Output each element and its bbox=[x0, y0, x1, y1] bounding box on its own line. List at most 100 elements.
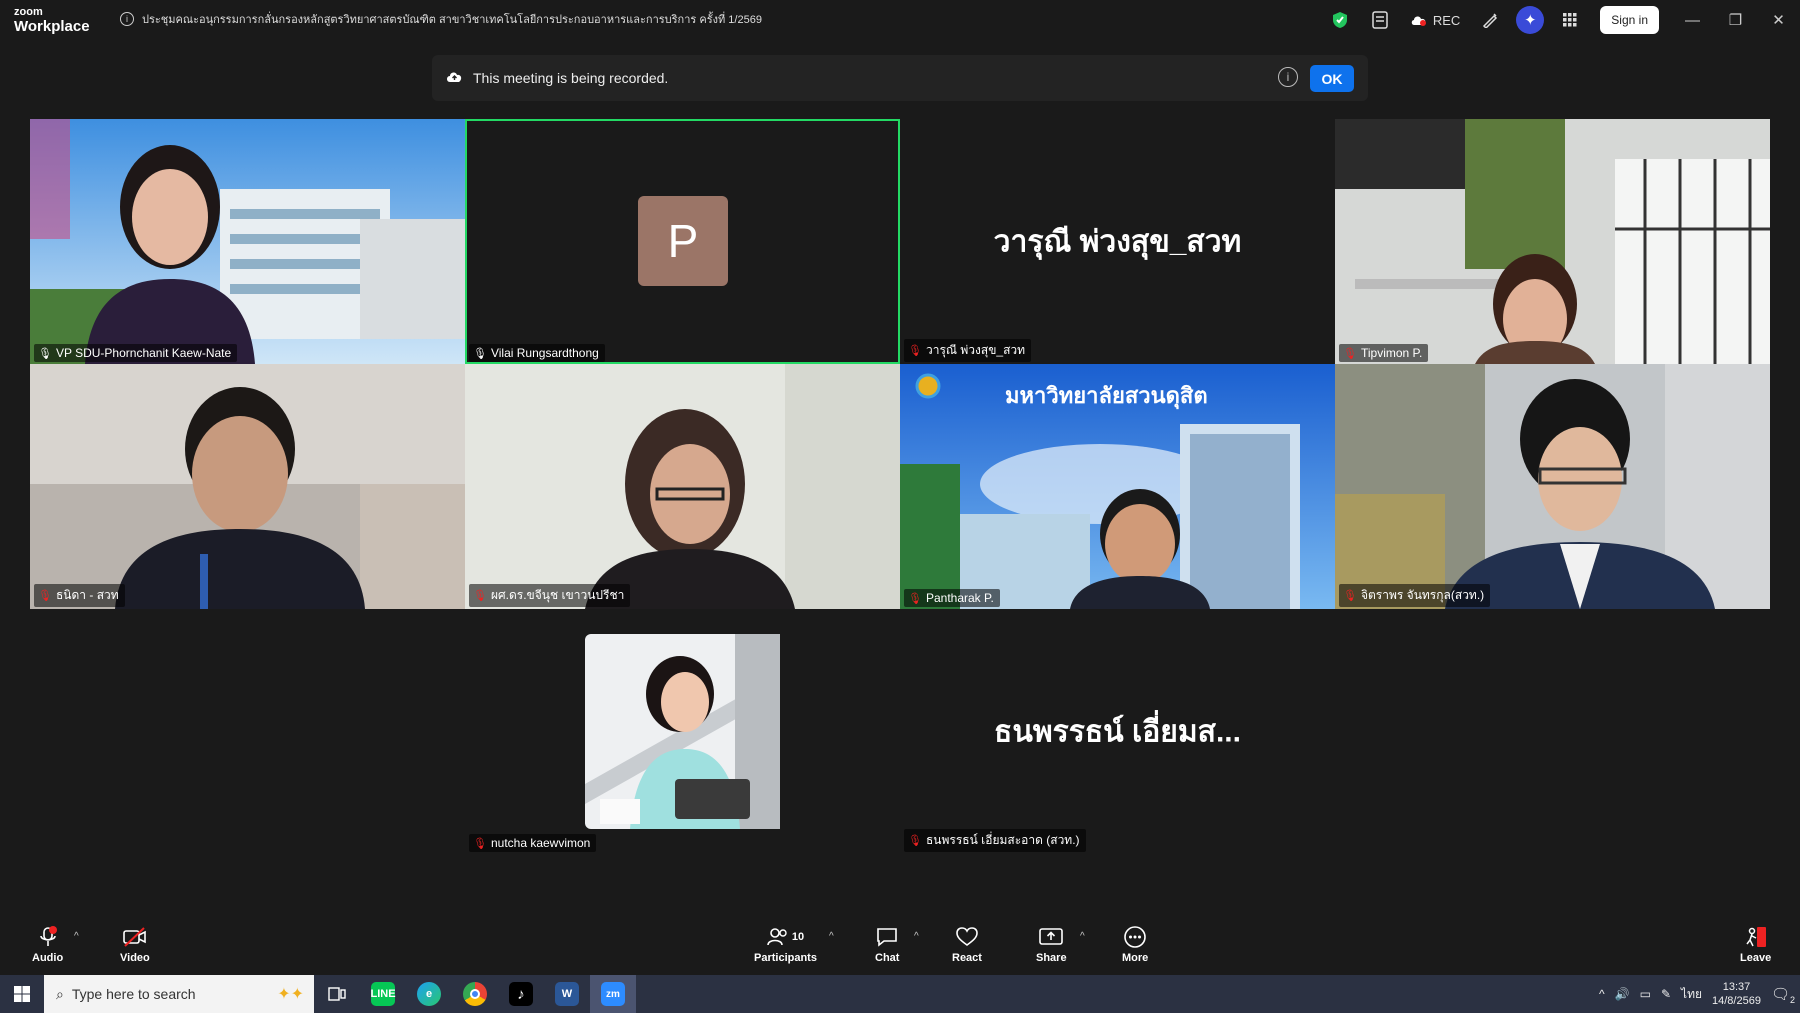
participant-tile[interactable]: มหาวิทยาลัยสวนดุสิต 🎙 Pantharak P. bbox=[900, 364, 1335, 609]
participant-tile[interactable]: 🎙 VP SDU-Phornchanit Kaew-Nate bbox=[30, 119, 465, 364]
input-language[interactable]: ไทย bbox=[1681, 985, 1702, 1004]
participants-button[interactable]: 10 Participants bbox=[754, 925, 817, 964]
zoom-logo: zoom Workplace bbox=[14, 6, 90, 35]
microphone-icon bbox=[38, 925, 58, 949]
mic-muted-icon: 🎙 bbox=[473, 590, 487, 602]
info-icon[interactable]: i bbox=[120, 12, 134, 26]
video-feed bbox=[1335, 119, 1770, 364]
minimize-icon[interactable]: — bbox=[1671, 0, 1714, 40]
ai-companion-icon[interactable]: ✦ bbox=[1516, 6, 1545, 34]
participant-name-tag: 🎙 Vilai Rungsardthong bbox=[469, 344, 605, 362]
chrome-icon[interactable] bbox=[452, 975, 498, 1013]
cloud-rec-icon bbox=[1411, 16, 1426, 26]
edge-icon[interactable]: e bbox=[406, 975, 452, 1013]
mic-muted-icon: 🎙 bbox=[1343, 347, 1357, 360]
video-feed bbox=[30, 119, 465, 364]
leave-icon bbox=[1745, 925, 1767, 949]
background-caption: มหาวิทยาลัยสวนดุสิต bbox=[1005, 383, 1208, 408]
profile-photo bbox=[585, 634, 780, 829]
chat-icon bbox=[876, 925, 898, 949]
participants-options-caret-icon[interactable]: ^ bbox=[829, 931, 834, 942]
video-feed bbox=[30, 364, 465, 609]
participant-name-tag: 🎙 ธนิดา - สวท bbox=[34, 584, 125, 607]
mic-on-icon: 🎙 bbox=[38, 347, 52, 360]
participant-name-tag: 🎙 nutcha kaewvimon bbox=[469, 834, 597, 852]
share-screen-icon bbox=[1039, 925, 1064, 949]
notes-icon[interactable] bbox=[1360, 0, 1400, 40]
participant-tile-active-speaker[interactable]: P 🎙 Vilai Rungsardthong bbox=[465, 119, 900, 364]
audio-button[interactable]: Audio bbox=[32, 925, 63, 964]
leave-button[interactable]: Leave bbox=[1740, 925, 1771, 964]
ok-button[interactable]: OK bbox=[1310, 65, 1354, 92]
apps-grid-icon[interactable] bbox=[1550, 0, 1590, 40]
mic-muted-icon: 🎙 bbox=[38, 590, 52, 602]
participant-tile[interactable]: 🎙 ผศ.ดร.ขจีนุช เขาวนปรีชา bbox=[465, 364, 900, 609]
participant-tile[interactable]: วารุณี พ่วงสุข_สวท 🎙 วารุณี พ่วงสุข_สวท bbox=[900, 119, 1335, 364]
participant-name-tag: 🎙 จิตราพร จันทรกุล(สวท.) bbox=[1339, 584, 1491, 607]
taskbar-search-box[interactable]: ⌕ Type here to search ✦✦ bbox=[44, 975, 314, 1013]
participant-tile[interactable]: 🎙 nutcha kaewvimon bbox=[465, 609, 900, 854]
close-icon[interactable]: ✕ bbox=[1757, 0, 1800, 40]
sign-in-button[interactable]: Sign in bbox=[1600, 6, 1659, 34]
participants-count: 10 bbox=[791, 931, 805, 943]
meeting-title: ประชุมคณะอนุกรรมการกลั่นกรองหลักสูตรวิทย… bbox=[142, 14, 762, 26]
info-icon[interactable]: i bbox=[1278, 67, 1298, 87]
video-button[interactable]: Video bbox=[120, 925, 150, 964]
participant-name-tag: 🎙 ธนพรรธน์ เอี่ยมสะอาด (สวท.) bbox=[904, 829, 1086, 852]
recording-banner: This meeting is being recorded. i OK bbox=[432, 55, 1368, 101]
search-highlight-icon: ✦✦ bbox=[277, 986, 304, 1003]
mic-muted-icon: 🎙 bbox=[1343, 590, 1357, 602]
zoom-app-icon[interactable]: zm bbox=[590, 975, 636, 1013]
mic-muted-icon: 🎙 bbox=[908, 835, 922, 847]
mic-muted-icon: 🎙 bbox=[908, 345, 922, 357]
participant-display-name: ธนพรรธน์ เอี่ยมส... bbox=[994, 715, 1241, 748]
recording-message: This meeting is being recorded. bbox=[473, 70, 669, 86]
heart-icon bbox=[956, 925, 978, 949]
task-view-icon[interactable] bbox=[314, 975, 360, 1013]
participant-name-tag: 🎙 Pantharak P. bbox=[904, 589, 1000, 607]
participant-display-name: วารุณี พ่วงสุข_สวท bbox=[993, 225, 1242, 258]
notifications-icon[interactable]: 🗨 2 bbox=[1771, 985, 1795, 1005]
participant-tile[interactable]: 🎙 ธนิดา - สวท bbox=[30, 364, 465, 609]
audio-options-caret-icon[interactable]: ^ bbox=[74, 931, 79, 942]
participant-tile[interactable]: 🎙 จิตราพร จันทรกุล(สวท.) bbox=[1335, 364, 1770, 609]
more-button[interactable]: More bbox=[1122, 925, 1148, 964]
tiktok-icon[interactable]: ♪ bbox=[498, 975, 544, 1013]
system-tray: ^ 🔊 ▭ ✎ ไทย 13:37 14/8/2569 🗨 2 bbox=[1599, 975, 1800, 1013]
video-feed bbox=[1335, 364, 1770, 609]
search-icon: ⌕ bbox=[56, 985, 64, 1002]
title-bar: zoom Workplace i ประชุมคณะอนุกรรมการกลั่… bbox=[0, 0, 1800, 40]
restore-icon[interactable]: ❐ bbox=[1714, 0, 1757, 40]
mic-on-icon: 🎙 bbox=[473, 347, 487, 360]
chat-options-caret-icon[interactable]: ^ bbox=[914, 931, 919, 942]
react-button[interactable]: React bbox=[952, 925, 982, 964]
meeting-toolbar: Audio ^ Video 10 Participants ^ Chat ^ R… bbox=[0, 919, 1800, 975]
clock[interactable]: 13:37 14/8/2569 bbox=[1712, 980, 1761, 1009]
participant-tile[interactable]: 🎙 Tipvimon P. bbox=[1335, 119, 1770, 364]
participant-name-tag: 🎙 ผศ.ดร.ขจีนุช เขาวนปรีชา bbox=[469, 584, 631, 607]
avatar: P bbox=[638, 196, 728, 286]
participant-tile[interactable]: ธนพรรธน์ เอี่ยมส... 🎙 ธนพรรธน์ เอี่ยมสะอ… bbox=[900, 609, 1335, 854]
network-icon[interactable]: ▭ bbox=[1640, 987, 1651, 1001]
participant-name-tag: 🎙 วารุณี พ่วงสุข_สวท bbox=[904, 339, 1032, 362]
volume-icon[interactable]: 🔊 bbox=[1615, 987, 1630, 1001]
shield-check-icon[interactable] bbox=[1320, 0, 1360, 40]
whiteboard-icon[interactable] bbox=[1470, 0, 1510, 40]
cloud-icon bbox=[446, 70, 463, 87]
tray-overflow-caret-icon[interactable]: ^ bbox=[1599, 987, 1605, 1001]
windows-start-icon[interactable] bbox=[0, 975, 44, 1013]
share-button[interactable]: Share bbox=[1036, 925, 1067, 964]
windows-taskbar: ⌕ Type here to search ✦✦ LINE e ♪ W zm ^… bbox=[0, 975, 1800, 1013]
share-options-caret-icon[interactable]: ^ bbox=[1080, 931, 1085, 942]
more-icon bbox=[1124, 925, 1146, 949]
mic-muted-icon: 🎙 bbox=[473, 837, 487, 850]
video-feed bbox=[465, 364, 900, 609]
participant-name-tag: 🎙 VP SDU-Phornchanit Kaew-Nate bbox=[34, 344, 238, 362]
meeting-info[interactable]: i ประชุมคณะอนุกรรมการกลั่นกรองหลักสูตรวิ… bbox=[120, 10, 762, 28]
participants-icon: 10 bbox=[767, 925, 804, 949]
chat-button[interactable]: Chat bbox=[875, 925, 899, 964]
recording-indicator[interactable]: REC bbox=[1400, 13, 1470, 28]
line-app-icon[interactable]: LINE bbox=[360, 975, 406, 1013]
pen-icon[interactable]: ✎ bbox=[1661, 987, 1671, 1001]
word-icon[interactable]: W bbox=[544, 975, 590, 1013]
